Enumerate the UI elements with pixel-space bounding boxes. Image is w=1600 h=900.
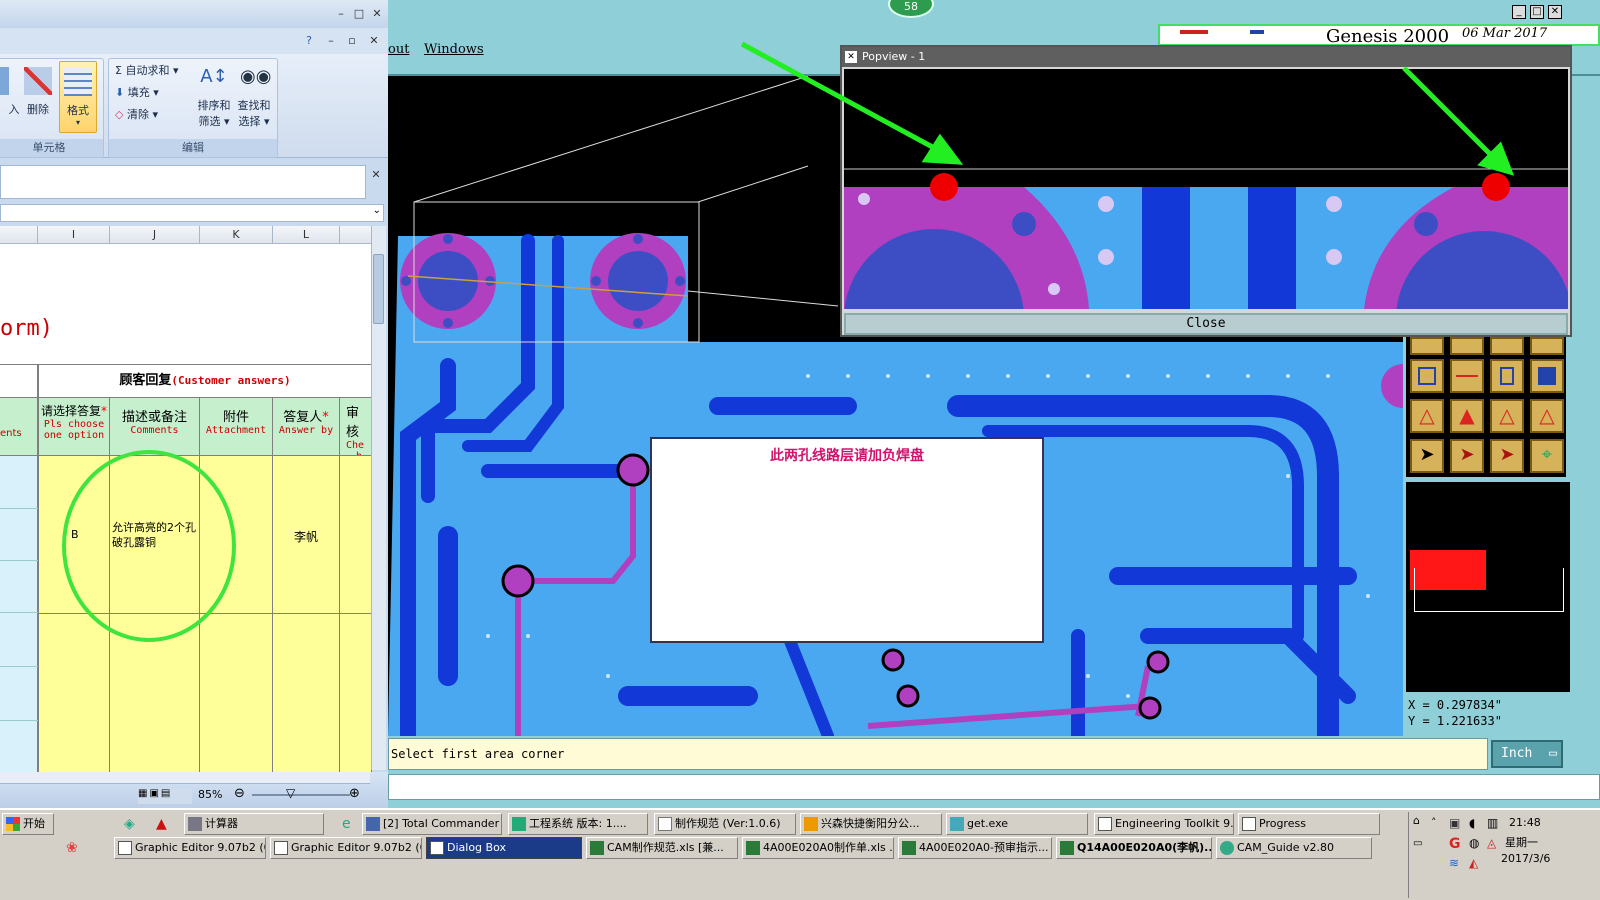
taskbar-item[interactable]: Progress xyxy=(1238,813,1380,835)
taskbar-item-active[interactable]: Dialog Box xyxy=(426,837,582,859)
x-window-icon xyxy=(118,841,132,855)
taskbar-item[interactable]: 4A00E020A0制作单.xls ... xyxy=(742,837,894,859)
tray-icon[interactable]: ◭ xyxy=(1469,856,1478,870)
annotation-arrows xyxy=(740,41,1515,176)
g-app-icon[interactable]: G xyxy=(1449,836,1461,852)
exe-icon xyxy=(950,817,964,831)
x-window-icon xyxy=(274,841,288,855)
app-icon xyxy=(512,817,526,831)
tray-icon[interactable]: ▭ xyxy=(1413,838,1422,849)
excel-icon xyxy=(1060,841,1074,855)
excel-icon xyxy=(746,841,760,855)
taskbar-item[interactable]: 计算器 xyxy=(184,813,324,835)
document-icon xyxy=(658,817,672,831)
eye-icon xyxy=(1220,841,1234,855)
tray-icon[interactable]: ≋ xyxy=(1449,856,1459,870)
total-commander-icon xyxy=(366,817,380,831)
x-window-icon xyxy=(430,841,444,855)
taskbar-item[interactable]: 工程系统 版本: 1.... xyxy=(508,813,648,835)
system-tray: ⌂ ˄ ▣ ◖ ▥ G ◍ ◬ ≋ ◭ ▭ 21:48 星期一 2017/3/6 xyxy=(1408,812,1598,898)
quicklaunch-icon[interactable]: ◈ xyxy=(124,816,140,832)
windows-logo-icon xyxy=(6,817,20,831)
tray-expand-icon[interactable]: ˄ xyxy=(1431,816,1437,829)
excel-icon xyxy=(902,841,916,855)
app-icon xyxy=(804,817,818,831)
taskbar-item[interactable]: Graphic Editor 9.07b2 (0... xyxy=(114,837,266,859)
quicklaunch-icon[interactable]: ❀ xyxy=(66,840,82,856)
taskbar-item[interactable]: 制作规范 (Ver:1.0.6) xyxy=(654,813,796,835)
taskbar-item[interactable]: [2] Total Commander ... xyxy=(362,813,502,835)
clipboard-icon[interactable]: ▣ xyxy=(1449,816,1460,830)
network-icon[interactable]: ▥ xyxy=(1487,816,1498,830)
calculator-icon xyxy=(188,817,202,831)
x-window-icon xyxy=(1242,817,1256,831)
excel-icon xyxy=(590,841,604,855)
speaker-icon[interactable]: ◖ xyxy=(1469,816,1475,830)
taskbar: 开始 ◈ ▲ ❀ e 计算器 [2] Total Commander ... 工… xyxy=(0,808,1600,900)
tray-icon[interactable]: ⌂ xyxy=(1413,814,1420,827)
clock-time[interactable]: 21:48 xyxy=(1509,816,1541,829)
taskbar-item[interactable]: Engineering Toolkit 9.... xyxy=(1094,813,1234,835)
taskbar-item[interactable]: Graphic Editor 9.07b2 (0... xyxy=(270,837,422,859)
taskbar-item[interactable]: 兴森快捷衡阳分公... xyxy=(800,813,942,835)
taskbar-item[interactable]: 4A00E020A0-预审指示... xyxy=(898,837,1052,859)
clock-date: 2017/3/6 xyxy=(1501,852,1551,865)
taskbar-item[interactable]: get.exe xyxy=(946,813,1088,835)
taskbar-item[interactable]: Q14A00E020A0(李帆)... xyxy=(1056,837,1212,859)
taskbar-item[interactable]: CAM制作规范.xls [兼... xyxy=(586,837,738,859)
taskbar-item[interactable]: CAM_Guide v2.80 xyxy=(1216,837,1372,859)
tray-icon[interactable]: ◍ xyxy=(1469,836,1479,850)
clock-weekday: 星期一 xyxy=(1505,836,1538,849)
pdf-icon[interactable]: ▲ xyxy=(156,816,172,832)
x-window-icon xyxy=(1098,817,1112,831)
start-button[interactable]: 开始 xyxy=(2,813,54,835)
tray-icon[interactable]: ◬ xyxy=(1487,836,1496,850)
browser-icon[interactable]: e xyxy=(342,816,358,832)
